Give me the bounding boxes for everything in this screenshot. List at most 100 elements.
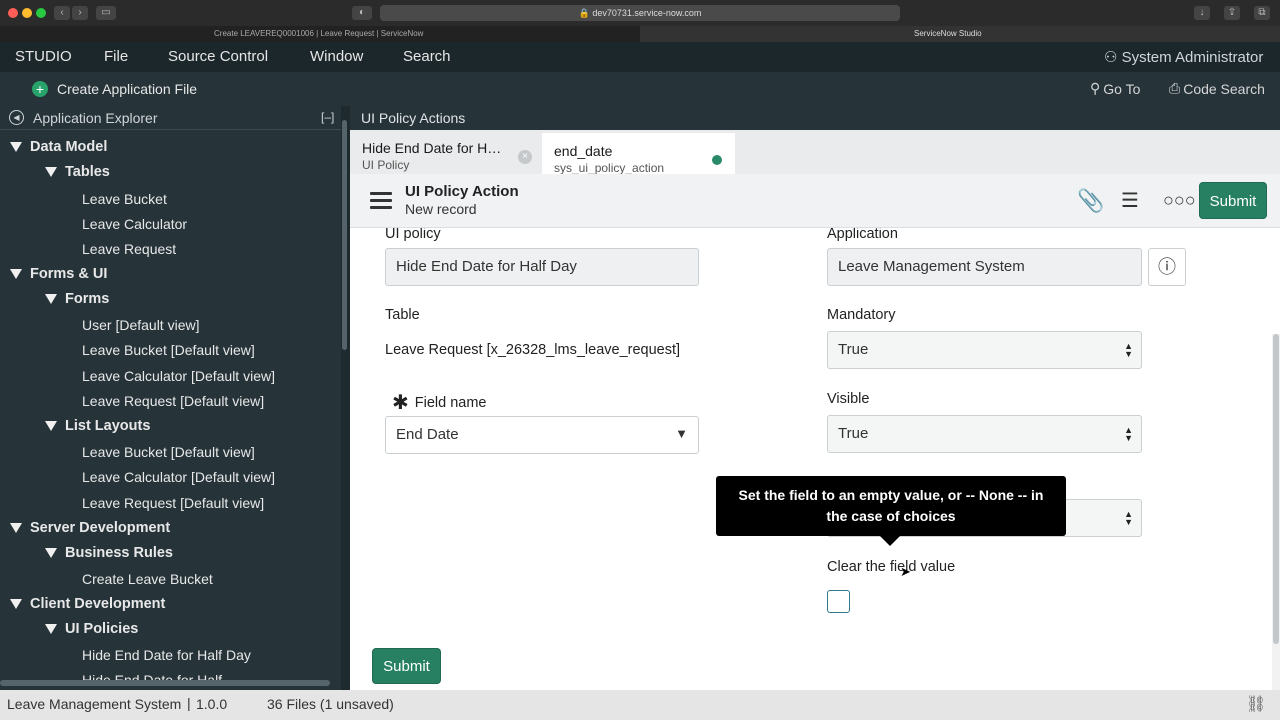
visible-label: Visible bbox=[827, 391, 870, 407]
mouse-cursor-icon: ➤ bbox=[900, 564, 911, 579]
expand-triangle-icon bbox=[10, 599, 22, 610]
field-name-select[interactable]: End Date ▼ bbox=[385, 416, 699, 454]
tree-leave-calculator[interactable]: Leave Calculator bbox=[82, 216, 187, 232]
tree-hide-end-date-half-day[interactable]: Hide End Date for Half Day bbox=[82, 647, 251, 663]
select-arrows-icon: ▲ ▼ bbox=[1124, 509, 1133, 527]
menu-file[interactable]: File bbox=[104, 48, 128, 65]
tooltip: Set the field to an empty value, or -- N… bbox=[716, 476, 1066, 536]
plus-icon: + bbox=[32, 81, 48, 97]
studio-toolbar: + Create Application File ⚲ Go To ⎙ Code S… bbox=[0, 72, 1280, 106]
clear-field-value-label: Clear the field value bbox=[827, 559, 956, 575]
tree-data-model[interactable]: Data Model bbox=[10, 139, 107, 155]
tree-forms[interactable]: Forms bbox=[45, 291, 109, 307]
hamburger-menu-icon[interactable] bbox=[370, 192, 392, 213]
tree-leave-calculator-list[interactable]: Leave Calculator [Default view] bbox=[82, 469, 275, 485]
close-window-icon[interactable] bbox=[8, 8, 18, 18]
form-subtitle: New record bbox=[405, 201, 477, 217]
forward-icon[interactable]: › bbox=[72, 6, 88, 20]
ui-policy-label: UI policy bbox=[385, 228, 441, 242]
tree-client-development[interactable]: Client Development bbox=[10, 596, 165, 612]
info-icon[interactable]: ⓘ bbox=[1148, 248, 1186, 286]
url-text: dev70731.service-now.com bbox=[592, 8, 702, 18]
sidebar-toggle-icon[interactable]: ▭ bbox=[96, 6, 116, 20]
explorer-horizontal-scrollbar[interactable] bbox=[0, 680, 330, 686]
menu-window[interactable]: Window bbox=[310, 48, 363, 65]
application-explorer: ◀ Application Explorer [–] Data Model Ta… bbox=[0, 106, 348, 690]
tooltip-pointer bbox=[880, 536, 900, 546]
tree-leave-request-form[interactable]: Leave Request [Default view] bbox=[82, 393, 264, 409]
browser-titlebar: ‹ › ▭ ◐ 🔒 dev70731.service-now.com ↓ ⇪ ⧉ bbox=[0, 0, 1280, 26]
expand-triangle-icon bbox=[45, 548, 57, 559]
table-label: Table bbox=[385, 307, 420, 323]
tree-ui-policies[interactable]: UI Policies bbox=[45, 621, 138, 637]
tabs-overview-icon[interactable]: ⧉ bbox=[1254, 6, 1270, 20]
menu-source-control[interactable]: Source Control bbox=[168, 48, 268, 65]
tree-business-rules[interactable]: Business Rules bbox=[45, 545, 173, 561]
code-search-button[interactable]: ⎙ Code Search bbox=[1169, 80, 1265, 97]
status-version: 1.0.0 bbox=[196, 696, 228, 712]
tab-ui-policy[interactable]: Hide End Date for H… UI Policy × bbox=[350, 130, 540, 174]
browser-tab-row: Create LEAVEREQ0001006 | Leave Request |… bbox=[0, 26, 1280, 42]
tree-leave-request[interactable]: Leave Request bbox=[82, 241, 176, 257]
ui-policy-field[interactable]: Hide End Date for Half Day bbox=[385, 248, 699, 286]
tree-leave-calculator-form[interactable]: Leave Calculator [Default view] bbox=[82, 368, 275, 384]
tree-leave-request-list[interactable]: Leave Request [Default view] bbox=[82, 495, 264, 511]
close-tab-icon[interactable]: × bbox=[518, 150, 532, 164]
form-scrollbar[interactable] bbox=[1272, 334, 1280, 690]
browser-tab-studio[interactable]: ServiceNow Studio bbox=[640, 26, 1280, 42]
expand-triangle-icon bbox=[10, 523, 22, 534]
collapse-panel-icon[interactable]: [–] bbox=[321, 110, 334, 124]
form-scroll-thumb[interactable] bbox=[1273, 334, 1279, 644]
application-explorer-header: ◀ Application Explorer [–] bbox=[0, 106, 348, 130]
back-icon[interactable]: ‹ bbox=[54, 6, 70, 20]
tree-server-development[interactable]: Server Development bbox=[10, 520, 170, 536]
tree-user-form[interactable]: User [Default view] bbox=[82, 317, 199, 333]
tree-leave-bucket-form[interactable]: Leave Bucket [Default view] bbox=[82, 342, 255, 358]
minimize-window-icon[interactable] bbox=[22, 8, 32, 18]
tree-list-layouts[interactable]: List Layouts bbox=[45, 418, 150, 434]
personalize-form-icon[interactable]: ☰ bbox=[1121, 188, 1139, 213]
file-tabs: Hide End Date for H… UI Policy × end_dat… bbox=[350, 130, 1280, 175]
expand-triangle-icon bbox=[45, 167, 57, 178]
create-application-file-button[interactable]: + Create Application File bbox=[32, 81, 197, 97]
tree-create-leave-bucket[interactable]: Create Leave Bucket bbox=[82, 571, 213, 587]
browser-tab-leave-request[interactable]: Create LEAVEREQ0001006 | Leave Request |… bbox=[214, 26, 423, 42]
connection-icon[interactable]: ⛓ bbox=[1246, 694, 1266, 714]
more-options-icon[interactable]: ○○○ bbox=[1163, 190, 1196, 211]
download-icon[interactable]: ↓ bbox=[1194, 6, 1210, 20]
select-arrows-icon: ▲ ▼ bbox=[1124, 341, 1133, 359]
required-asterisk-icon: ✱ bbox=[392, 392, 409, 414]
collapse-circle-icon[interactable]: ◀ bbox=[9, 110, 24, 125]
shield-icon[interactable]: ◐ bbox=[352, 6, 372, 20]
status-files: 36 Files (1 unsaved) bbox=[267, 696, 394, 712]
tree-leave-bucket-list[interactable]: Leave Bucket [Default view] bbox=[82, 444, 255, 460]
expand-triangle-icon bbox=[10, 142, 22, 153]
attachment-icon[interactable]: 📎 bbox=[1077, 188, 1104, 214]
clear-field-value-checkbox[interactable] bbox=[827, 590, 850, 613]
application-field[interactable]: Leave Management System bbox=[827, 248, 1142, 286]
explorer-scroll-thumb[interactable] bbox=[342, 120, 347, 350]
lock-icon: 🔒 bbox=[578, 8, 590, 18]
form-header: UI Policy Action New record 📎 ☰ ○○○ Subm… bbox=[350, 174, 1280, 228]
visible-select[interactable]: True ▲ ▼ bbox=[827, 415, 1142, 453]
submit-button-header[interactable]: Submit bbox=[1199, 182, 1267, 219]
code-search-icon: ⎙ bbox=[1169, 80, 1181, 96]
application-label: Application bbox=[827, 228, 898, 242]
tree-tables[interactable]: Tables bbox=[45, 164, 110, 180]
user-menu[interactable]: ⚇ System Administrator bbox=[1104, 48, 1263, 66]
share-icon[interactable]: ⇪ bbox=[1224, 6, 1240, 20]
tab-end-date[interactable]: end_date sys_ui_policy_action bbox=[542, 130, 735, 175]
zoom-window-icon[interactable] bbox=[36, 8, 46, 18]
expand-triangle-icon bbox=[45, 294, 57, 305]
go-to-button[interactable]: ⚲ Go To bbox=[1090, 80, 1140, 97]
tree-leave-bucket[interactable]: Leave Bucket bbox=[82, 191, 167, 207]
tree-forms-ui[interactable]: Forms & UI bbox=[10, 266, 107, 282]
studio-brand: STUDIO bbox=[15, 48, 72, 65]
mandatory-select[interactable]: True ▲ ▼ bbox=[827, 331, 1142, 369]
submit-button-bottom[interactable]: Submit bbox=[372, 648, 441, 684]
section-title: UI Policy Actions bbox=[350, 106, 1280, 130]
address-bar[interactable]: 🔒 dev70731.service-now.com bbox=[380, 5, 900, 21]
explorer-scrollbar[interactable] bbox=[341, 106, 348, 690]
unsaved-dot-icon bbox=[712, 155, 722, 165]
menu-search[interactable]: Search bbox=[403, 48, 451, 65]
